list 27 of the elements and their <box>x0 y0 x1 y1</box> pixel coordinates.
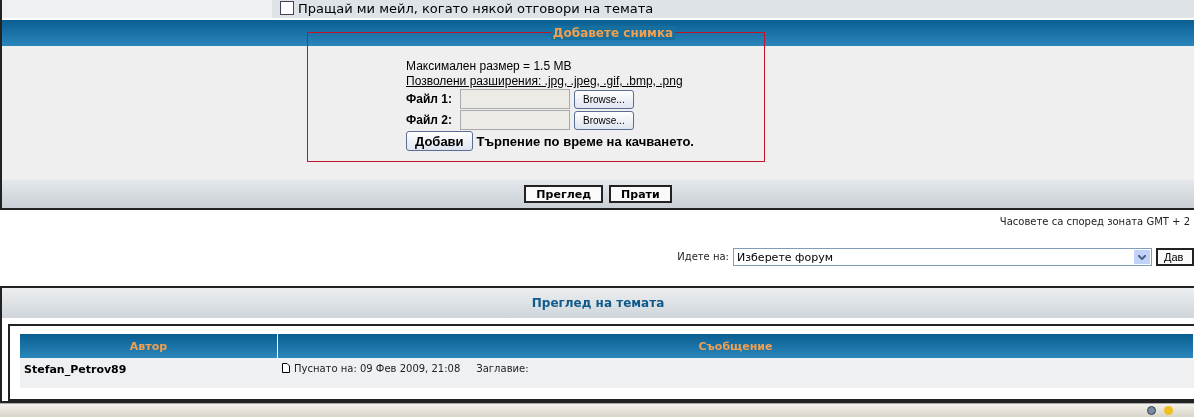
notify-checkbox[interactable] <box>280 1 294 15</box>
circle-icon <box>1163 405 1174 416</box>
browse-button[interactable]: Browse... <box>574 110 634 130</box>
notify-label: Пращай ми мейл, когато някой отговори на темата <box>298 0 654 16</box>
subject-label: Заглавие: <box>476 363 529 375</box>
review-title: Преглед на темата <box>531 296 665 310</box>
author-name: Stefan_Petrov89 <box>24 363 127 376</box>
column-header: Автор <box>20 334 278 358</box>
add-button[interactable]: Добави <box>406 131 473 151</box>
posted-date: Пуснато на: 09 Фев 2009, 21:08 <box>294 363 461 375</box>
action-button[interactable]: Прати <box>609 185 672 203</box>
file-input[interactable] <box>460 110 570 130</box>
upload-note: Търпение по време на качването. <box>476 133 694 149</box>
jump-label: Идете на: <box>677 251 729 263</box>
file-label: Файл 2: <box>406 113 453 127</box>
browse-button[interactable]: Browse... <box>574 89 634 109</box>
section-title: Добавете снимка <box>550 26 676 40</box>
timezone-text: Часовете са според зоната GMT + 2 <box>999 216 1190 229</box>
forum-select[interactable]: Изберете форум <box>733 248 1152 266</box>
extensions-text: Позволени разширения: .jpg, .jpeg, .gif, .bmp, .png <box>406 74 684 88</box>
max-size-text: Максимален размер = 1.5 MB <box>406 59 573 73</box>
column-header: Съобщение <box>278 334 1194 358</box>
go-button[interactable]: Дав <box>1156 248 1194 266</box>
action-button[interactable]: Преглед <box>524 185 604 203</box>
document-icon <box>282 363 290 373</box>
file-input[interactable] <box>460 89 570 109</box>
file-label: Файл 1: <box>406 92 453 106</box>
